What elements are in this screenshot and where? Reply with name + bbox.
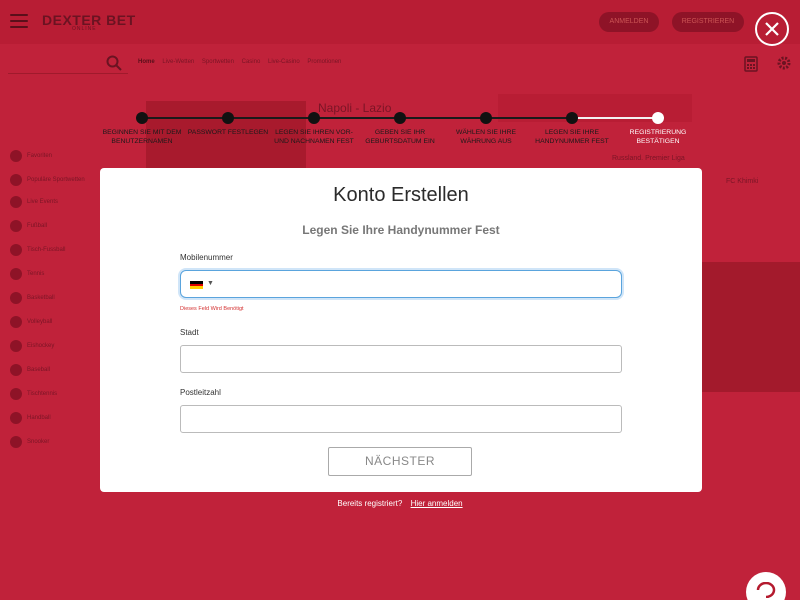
nav-link[interactable]: Live-Wetten xyxy=(162,59,194,65)
login-link[interactable]: Hier anmelden xyxy=(411,499,463,508)
login-prompt: Bereits registriert? Hier anmelden xyxy=(0,499,800,508)
nav-link[interactable]: Promotionen xyxy=(307,59,341,65)
menu-icon[interactable] xyxy=(10,14,28,28)
city-label: Stadt xyxy=(180,328,199,337)
step-password[interactable]: Passwort festlegen xyxy=(183,110,273,137)
sidebar-item[interactable]: Tisch-Fussball xyxy=(10,242,65,258)
table-tennis-icon xyxy=(10,388,22,400)
volleyball-icon xyxy=(10,316,22,328)
modal-subtitle: Legen Sie Ihre Handynummer Fest xyxy=(302,223,500,237)
basketball-icon xyxy=(10,292,22,304)
step-dot xyxy=(222,112,234,124)
step-name[interactable]: Legen Sie Ihren Vor- und Nachnamen fest xyxy=(269,110,359,146)
registration-stepper: Beginnen Sie mit dem Benutzernamen Passw… xyxy=(0,110,800,160)
sidebar-item[interactable]: Volleyball xyxy=(10,314,52,330)
step-dot xyxy=(652,112,664,124)
handball-icon xyxy=(10,412,22,424)
step-birthdate[interactable]: Geben Sie Ihr Geburtsdatum ein xyxy=(355,110,445,146)
sidebar-item[interactable]: Tennis xyxy=(10,266,44,282)
close-button[interactable] xyxy=(755,12,789,46)
club-label: FC Khimki xyxy=(726,178,759,185)
tennis-icon xyxy=(10,268,22,280)
chevron-down-icon[interactable]: ▼ xyxy=(207,280,214,287)
modal-title: Konto Erstellen xyxy=(333,184,469,206)
city-input[interactable] xyxy=(181,346,621,372)
trophy-icon xyxy=(10,174,22,186)
sidebar-item[interactable]: Eishockey xyxy=(10,338,54,354)
site-nav: Home Live-Wetten Sportwetten Casino Live… xyxy=(138,59,341,65)
germany-flag-icon[interactable] xyxy=(190,281,203,289)
close-icon xyxy=(765,22,779,36)
create-account-modal: Konto Erstellen Legen Sie Ihre Handynumm… xyxy=(100,168,702,492)
sidebar-item[interactable]: Handball xyxy=(10,410,51,426)
mobile-error: Dieses Feld Wird Benötigt xyxy=(180,306,244,312)
nav-link[interactable]: Home xyxy=(138,59,155,65)
sidebar-item[interactable]: Snooker xyxy=(10,434,49,450)
sidebar-item[interactable]: Fußball xyxy=(10,218,47,234)
step-dot xyxy=(480,112,492,124)
gear-icon[interactable] xyxy=(776,55,792,71)
chat-icon xyxy=(756,582,776,598)
header-login-button[interactable]: ANMELDEN xyxy=(599,12,659,32)
site-header: DEXTER BET ONLINE ANMELDEN REGISTRIEREN xyxy=(0,0,800,44)
mobile-input[interactable] xyxy=(181,271,621,297)
zip-field xyxy=(180,405,622,433)
sidebar-item[interactable]: Basketball xyxy=(10,290,55,306)
step-dot xyxy=(136,112,148,124)
sidebar-item[interactable]: Tischtennis xyxy=(10,386,57,402)
step-dot xyxy=(394,112,406,124)
soccer-icon xyxy=(10,220,22,232)
hockey-icon xyxy=(10,340,22,352)
snooker-icon xyxy=(10,436,22,448)
step-phone[interactable]: Legen Sie Ihre Handynummer fest xyxy=(527,110,617,146)
mobile-label: Mobilenummer xyxy=(180,253,233,262)
city-field xyxy=(180,345,622,373)
nav-link[interactable]: Live-Casino xyxy=(268,59,300,65)
sidebar-item[interactable]: Live Events xyxy=(10,194,58,210)
nav-link[interactable]: Sportwetten xyxy=(202,59,234,65)
step-currency[interactable]: Wählen Sie Ihre Währung aus xyxy=(441,110,531,146)
mobile-field: ▼ xyxy=(180,270,622,298)
already-registered-text: Bereits registriert? xyxy=(337,499,403,508)
step-dot xyxy=(566,112,578,124)
zip-input[interactable] xyxy=(181,406,621,432)
sidebar-item[interactable]: Populäre Sportwetten xyxy=(10,172,85,188)
calculator-icon[interactable] xyxy=(744,56,758,72)
baseball-icon xyxy=(10,364,22,376)
sidebar-item[interactable]: Baseball xyxy=(10,362,50,378)
next-button[interactable]: NÄCHSTER xyxy=(328,447,472,476)
site-logo-sub: ONLINE xyxy=(72,26,97,32)
step-username[interactable]: Beginnen Sie mit dem Benutzernamen xyxy=(97,110,187,146)
search-icon[interactable] xyxy=(106,55,122,71)
zip-label: Postleitzahl xyxy=(180,388,221,397)
nav-link[interactable]: Casino xyxy=(242,59,261,65)
step-confirm[interactable]: Registrierung bestätigen xyxy=(613,110,703,146)
pitch-graphic xyxy=(702,262,800,392)
step-dot xyxy=(308,112,320,124)
header-register-button[interactable]: REGISTRIEREN xyxy=(672,12,744,32)
live-icon xyxy=(10,196,22,208)
table-football-icon xyxy=(10,244,22,256)
